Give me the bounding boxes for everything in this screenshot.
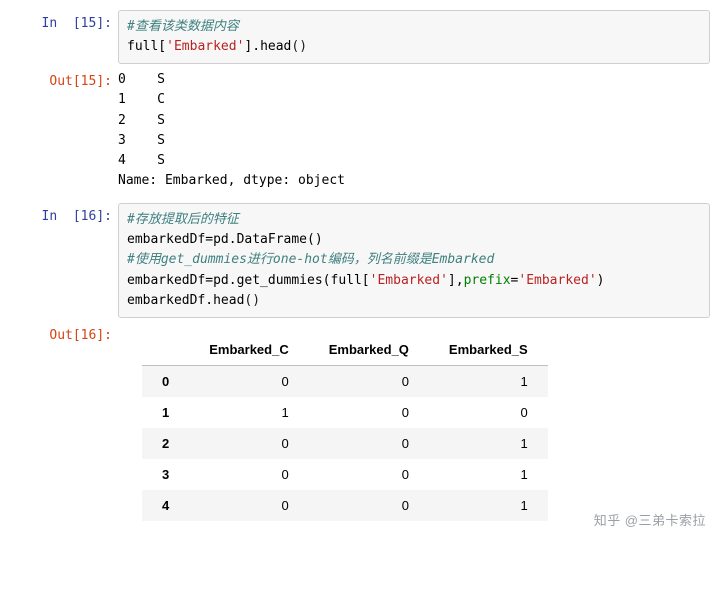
- cell-in-16: In [16]: #存放提取后的特征 embarkedDf=pd.DataFra…: [10, 203, 710, 318]
- code-input-15[interactable]: #查看该类数据内容 full['Embarked'].head(): [118, 10, 710, 64]
- table-row: 4 0 0 1: [142, 490, 548, 521]
- in-prompt-16: In [16]:: [10, 203, 118, 224]
- code-text: full[: [127, 39, 166, 54]
- table-cell: 1: [429, 459, 548, 490]
- table-cell: 0: [309, 365, 429, 397]
- code-string: 'Embarked': [166, 39, 244, 54]
- code-kwarg: prefix: [464, 273, 511, 288]
- table-row: 1 1 0 0: [142, 397, 548, 428]
- dataframe-table: Embarked_C Embarked_Q Embarked_S 0 0 0 1…: [142, 334, 548, 521]
- text-output-15: 0 S 1 C 2 S 3 S 4 S Name: Embarked, dtyp…: [118, 68, 710, 199]
- table-cell: 0: [429, 397, 548, 428]
- dataframe-output-16: Embarked_C Embarked_Q Embarked_S 0 0 0 1…: [118, 322, 710, 521]
- table-col-header: Embarked_C: [189, 334, 308, 366]
- table-cell: 0: [309, 490, 429, 521]
- table-cell: 0: [189, 459, 308, 490]
- code-text: ],: [448, 273, 464, 288]
- table-col-header: Embarked_Q: [309, 334, 429, 366]
- table-header-row: Embarked_C Embarked_Q Embarked_S: [142, 334, 548, 366]
- in-prompt-15: In [15]:: [10, 10, 118, 31]
- code-text: embarkedDf=pd.DataFrame(): [127, 232, 323, 247]
- table-cell: 1: [189, 397, 308, 428]
- table-row-index: 2: [142, 428, 189, 459]
- table-corner: [142, 334, 189, 366]
- table-row: 3 0 0 1: [142, 459, 548, 490]
- table-cell: 0: [189, 490, 308, 521]
- code-string: 'Embarked': [370, 273, 448, 288]
- code-comment: #查看该类数据内容: [127, 19, 239, 34]
- table-cell: 1: [429, 428, 548, 459]
- cell-out-15: Out[15]: 0 S 1 C 2 S 3 S 4 S Name: Embar…: [10, 68, 710, 199]
- table-cell: 0: [309, 397, 429, 428]
- out-prompt-16: Out[16]:: [10, 322, 118, 343]
- code-comment: #使用get_dummies进行one-hot编码，列名前缀是Embarked: [127, 252, 494, 267]
- code-string: 'Embarked': [518, 273, 596, 288]
- code-comment: #存放提取后的特征: [127, 212, 239, 227]
- table-cell: 0: [189, 428, 308, 459]
- table-row-index: 3: [142, 459, 189, 490]
- code-text: embarkedDf=pd.get_dummies(full[: [127, 273, 370, 288]
- code-text: embarkedDf.head: [127, 293, 244, 308]
- table-row-index: 1: [142, 397, 189, 428]
- code-paren: (): [244, 293, 260, 308]
- table-cell: 1: [429, 490, 548, 521]
- table-cell: 1: [429, 365, 548, 397]
- jupyter-notebook: In [15]: #查看该类数据内容 full['Embarked'].head…: [0, 0, 720, 543]
- table-row: 2 0 0 1: [142, 428, 548, 459]
- table-col-header: Embarked_S: [429, 334, 548, 366]
- table-row-index: 4: [142, 490, 189, 521]
- code-input-16[interactable]: #存放提取后的特征 embarkedDf=pd.DataFrame() #使用g…: [118, 203, 710, 318]
- code-text: ].head: [244, 39, 291, 54]
- out-prompt-15: Out[15]:: [10, 68, 118, 89]
- code-text: ): [597, 273, 605, 288]
- table-row-index: 0: [142, 365, 189, 397]
- table-cell: 0: [309, 428, 429, 459]
- code-paren: (): [291, 39, 307, 54]
- table-cell: 0: [189, 365, 308, 397]
- table-row: 0 0 0 1: [142, 365, 548, 397]
- cell-out-16: Out[16]: Embarked_C Embarked_Q Embarked_…: [10, 322, 710, 521]
- table-cell: 0: [309, 459, 429, 490]
- cell-in-15: In [15]: #查看该类数据内容 full['Embarked'].head…: [10, 10, 710, 64]
